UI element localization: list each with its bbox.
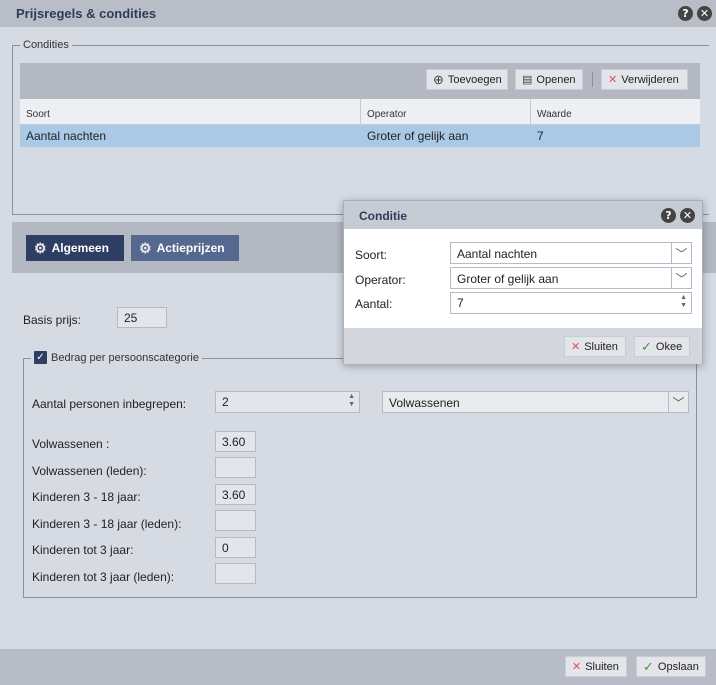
- conditions-legend: Condities: [20, 39, 72, 51]
- soort-select-value: Aantal nachten: [457, 247, 538, 261]
- gear-icon: ⚙: [34, 239, 47, 256]
- base-price-label: Basis prijs:: [23, 313, 82, 327]
- category-input[interactable]: [215, 457, 256, 478]
- base-price-input[interactable]: 25: [117, 307, 167, 328]
- tab-general[interactable]: ⚙ Algemeen: [26, 235, 124, 261]
- cell-operator: Groter of gelijk aan: [367, 129, 469, 143]
- cell-soort: Aantal nachten: [26, 129, 107, 143]
- category-label: Kinderen 3 - 18 jaar:: [32, 490, 141, 504]
- spinner-arrows-icon[interactable]: ▲ ▼: [680, 294, 687, 310]
- close-icon: ✕: [572, 661, 582, 673]
- chevron-down-icon[interactable]: ﹀: [671, 268, 691, 288]
- help-icon[interactable]: ?: [678, 6, 693, 21]
- category-label: Kinderen tot 3 jaar (leden):: [32, 570, 175, 584]
- persons-category-select-value: Volwassenen: [389, 396, 460, 410]
- column-header-waarde[interactable]: Waarde: [531, 99, 700, 125]
- aantal-value: 7: [457, 296, 464, 310]
- operator-select[interactable]: Groter of gelijk aan ﹀: [450, 267, 692, 289]
- check-icon: ✓: [643, 658, 654, 674]
- operator-select-value: Groter of gelijk aan: [457, 272, 559, 286]
- close-icon[interactable]: ✕: [697, 6, 712, 21]
- operator-label: Operator:: [355, 273, 406, 287]
- column-header-operator[interactable]: Operator: [361, 99, 531, 125]
- soort-label: Soort:: [355, 248, 388, 262]
- dialog-close-label: Sluiten: [584, 340, 618, 353]
- table-row[interactable]: Aantal nachten Groter of gelijk aan 7: [20, 125, 700, 147]
- dialog-ok-label: Okee: [655, 340, 683, 353]
- delete-condition-button[interactable]: ✕ Verwijderen: [601, 69, 688, 90]
- close-icon[interactable]: ✕: [680, 208, 695, 223]
- aantal-spinner[interactable]: 7 ▲ ▼: [450, 292, 692, 314]
- category-label: Kinderen tot 3 jaar:: [32, 543, 134, 557]
- tab-general-label: Algemeen: [51, 241, 109, 255]
- persons-category-select[interactable]: Volwassenen ﹀: [382, 391, 689, 413]
- open-condition-label: Openen: [536, 73, 576, 86]
- category-input[interactable]: [215, 510, 256, 531]
- check-icon: ✓: [641, 338, 652, 354]
- close-button[interactable]: ✕ Sluiten: [565, 656, 627, 677]
- dialog-close-button[interactable]: ✕ Sluiten: [564, 336, 626, 357]
- category-label: Volwassenen :: [32, 437, 110, 451]
- check-icon[interactable]: ✓: [34, 351, 47, 364]
- person-category-legend: ✓ Bedrag per persoonscategorie: [31, 351, 202, 364]
- save-button[interactable]: ✓ Opslaan: [636, 656, 706, 677]
- person-category-legend-label: Bedrag per persoonscategorie: [51, 351, 199, 364]
- spinner-arrows-icon[interactable]: ▲ ▼: [348, 393, 355, 409]
- aantal-label: Aantal:: [355, 297, 393, 311]
- category-input[interactable]: 3.60: [215, 484, 256, 505]
- add-condition-button[interactable]: ⊕ Toevoegen: [426, 69, 508, 90]
- cell-waarde: 7: [537, 129, 544, 143]
- window-title: Prijsregels & condities: [16, 6, 157, 21]
- category-label: Kinderen 3 - 18 jaar (leden):: [32, 517, 182, 531]
- gear-icon: ⚙: [139, 239, 152, 256]
- tab-action-prices[interactable]: ⚙ Actieprijzen: [131, 235, 239, 261]
- conditions-grid-header: Soort Operator Waarde: [20, 99, 700, 125]
- document-icon: ▤: [522, 74, 533, 86]
- soort-select[interactable]: Aantal nachten ﹀: [450, 242, 692, 264]
- persons-included-label: Aantal personen inbegrepen:: [32, 397, 187, 411]
- category-label: Volwassenen (leden):: [32, 464, 147, 478]
- close-button-label: Sluiten: [585, 660, 619, 673]
- dialog-ok-button[interactable]: ✓ Okee: [634, 336, 690, 357]
- add-icon: ⊕: [433, 71, 444, 87]
- delete-icon: ✕: [608, 74, 618, 86]
- save-button-label: Opslaan: [657, 660, 699, 673]
- persons-included-value: 2: [222, 395, 229, 409]
- column-header-soort[interactable]: Soort: [20, 99, 361, 125]
- toolbar-separator: [592, 72, 593, 87]
- conditions-toolbar: [20, 63, 700, 99]
- dialog-title: Conditie: [359, 209, 407, 223]
- category-input[interactable]: 3.60: [215, 431, 256, 452]
- add-condition-label: Toevoegen: [447, 73, 502, 86]
- category-input[interactable]: [215, 563, 256, 584]
- open-condition-button[interactable]: ▤ Openen: [515, 69, 583, 90]
- help-icon[interactable]: ?: [661, 208, 676, 223]
- category-input[interactable]: 0: [215, 537, 256, 558]
- close-icon: ✕: [571, 341, 581, 353]
- persons-included-spinner[interactable]: 2 ▲ ▼: [215, 391, 360, 413]
- tab-action-prices-label: Actieprijzen: [156, 241, 225, 255]
- delete-condition-label: Verwijderen: [621, 73, 679, 86]
- condition-dialog: Conditie ? ✕ Soort: Aantal nachten ﹀ Ope…: [343, 200, 703, 364]
- chevron-down-icon[interactable]: ﹀: [668, 392, 688, 412]
- chevron-down-icon[interactable]: ﹀: [671, 243, 691, 263]
